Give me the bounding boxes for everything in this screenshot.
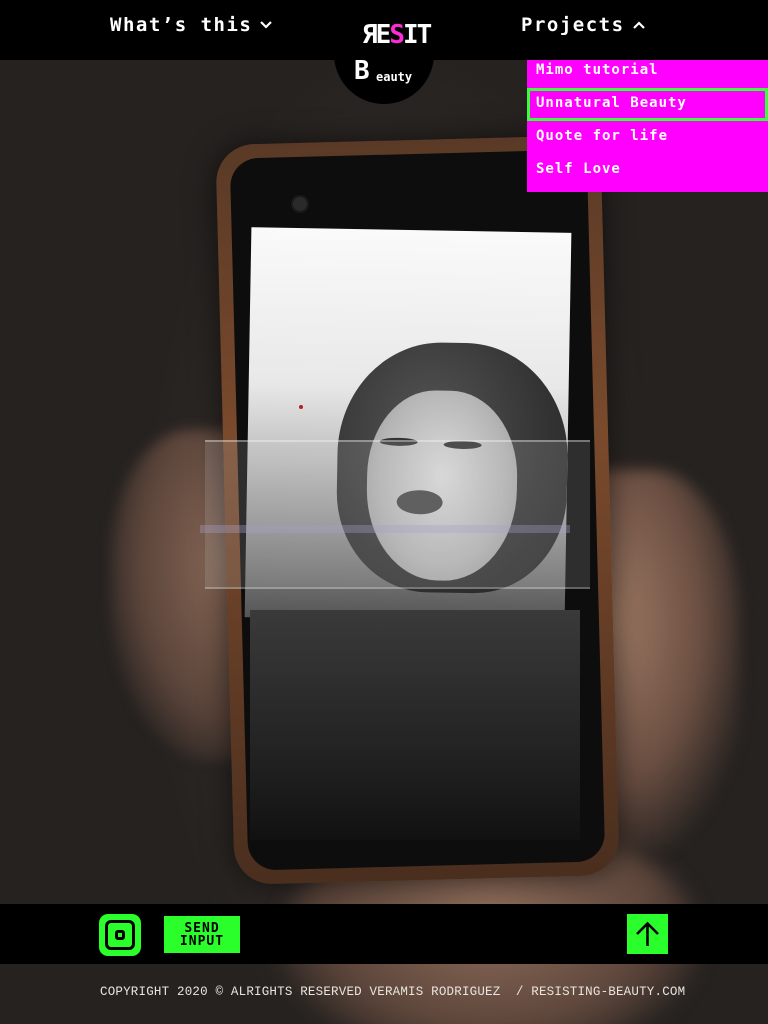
send-input-line2: INPUT [179,933,225,949]
menu-item-quote-for-life[interactable]: Quote for life [527,126,768,159]
instagram-icon[interactable] [99,914,141,956]
copyright-text: COPYRIGHT 2020 © ALRIGHTS RESERVED VERAM… [100,985,686,999]
instagram-icon-lens [115,930,125,940]
phone-screen-lower [250,610,580,840]
projects-menu[interactable]: Projects [521,14,645,36]
whats-this-menu[interactable]: What’s this [110,14,273,36]
instagram-icon-frame [105,920,135,950]
glitch-band [205,440,590,589]
menu-item-self-love[interactable]: Self Love [527,159,768,192]
send-input-line1: SEND [184,920,220,936]
glitch-line [200,525,570,533]
logo-text-s: S [389,20,405,50]
back-to-top-button[interactable] [627,914,668,954]
projects-dropdown: Mimo tutorial Unnatural Beauty Quote for… [527,60,768,192]
chevron-up-icon [632,17,645,33]
logo-text-it: IT [402,20,432,50]
menu-item-unnatural-beauty[interactable]: Unnatural Beauty [527,88,768,121]
chevron-down-icon [260,17,273,33]
site-logo[interactable]: ЯESIT B eauty [334,4,434,104]
red-dot [299,405,303,409]
logo-text-eauty: eauty [376,70,413,84]
phone-camera [290,194,310,214]
send-input-button[interactable]: SEND INPUT [164,916,240,953]
projects-label: Projects [521,14,625,36]
footer-bar: SEND INPUT [0,904,768,964]
logo-text-re: ЯE [362,20,391,50]
whats-this-label: What’s this [110,14,253,36]
arrow-up-icon [636,921,659,946]
logo-letter-b: B [354,56,370,86]
logo-line-1: ЯESIT [362,20,432,50]
